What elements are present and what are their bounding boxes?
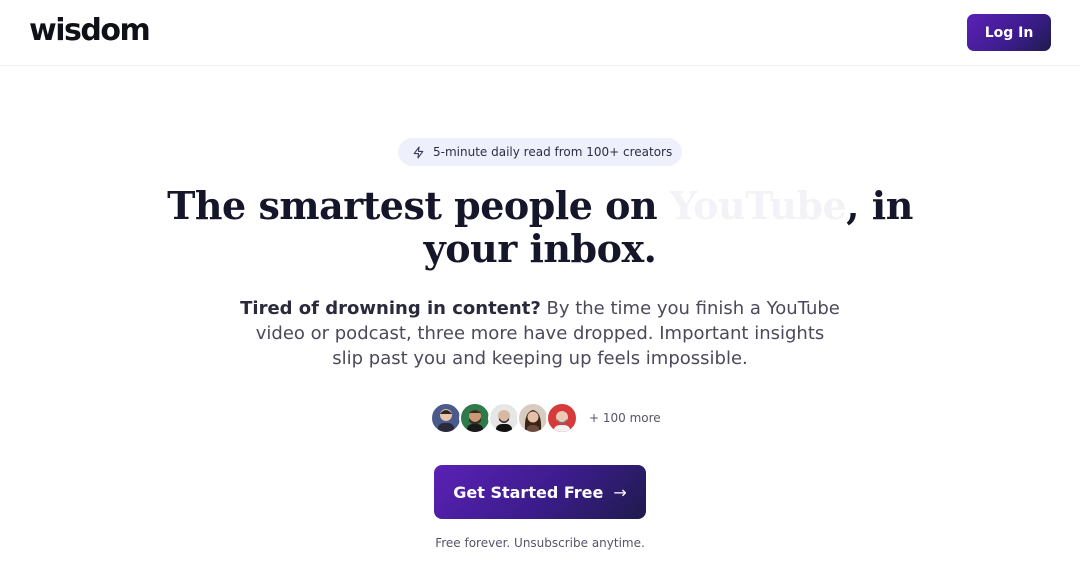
headline-part-1: The smartest people on bbox=[167, 183, 670, 228]
creator-avatar-3 bbox=[488, 402, 520, 434]
get-started-button[interactable]: Get Started Free → bbox=[434, 465, 646, 519]
creator-avatars: + 100 more bbox=[430, 402, 661, 434]
badge-text: 5-minute daily read from 100+ creators bbox=[433, 145, 673, 159]
hero-headline: The smartest people on YouTube, in your … bbox=[140, 184, 940, 270]
creator-avatar-4 bbox=[517, 402, 549, 434]
creator-avatar-1 bbox=[430, 402, 462, 434]
arrow-right-icon: → bbox=[613, 482, 627, 502]
creator-avatar-2 bbox=[459, 402, 491, 434]
creator-avatar-5 bbox=[546, 402, 578, 434]
footnote: Free forever. Unsubscribe anytime. bbox=[435, 536, 645, 550]
hero-subtext: Tired of drowning in content? By the tim… bbox=[240, 296, 840, 371]
login-button[interactable]: Log In bbox=[967, 14, 1051, 51]
wisdom-logo[interactable]: wisdom bbox=[29, 13, 151, 48]
lightning-icon bbox=[413, 146, 424, 158]
hero-badge: 5-minute daily read from 100+ creators bbox=[398, 138, 682, 166]
subtext-bold: Tired of drowning in content? bbox=[240, 298, 541, 319]
site-header: wisdom Log In bbox=[0, 0, 1080, 66]
headline-rotating-word: YouTube bbox=[669, 183, 847, 228]
get-started-label: Get Started Free bbox=[453, 482, 604, 502]
more-creators-text: + 100 more bbox=[589, 411, 661, 425]
